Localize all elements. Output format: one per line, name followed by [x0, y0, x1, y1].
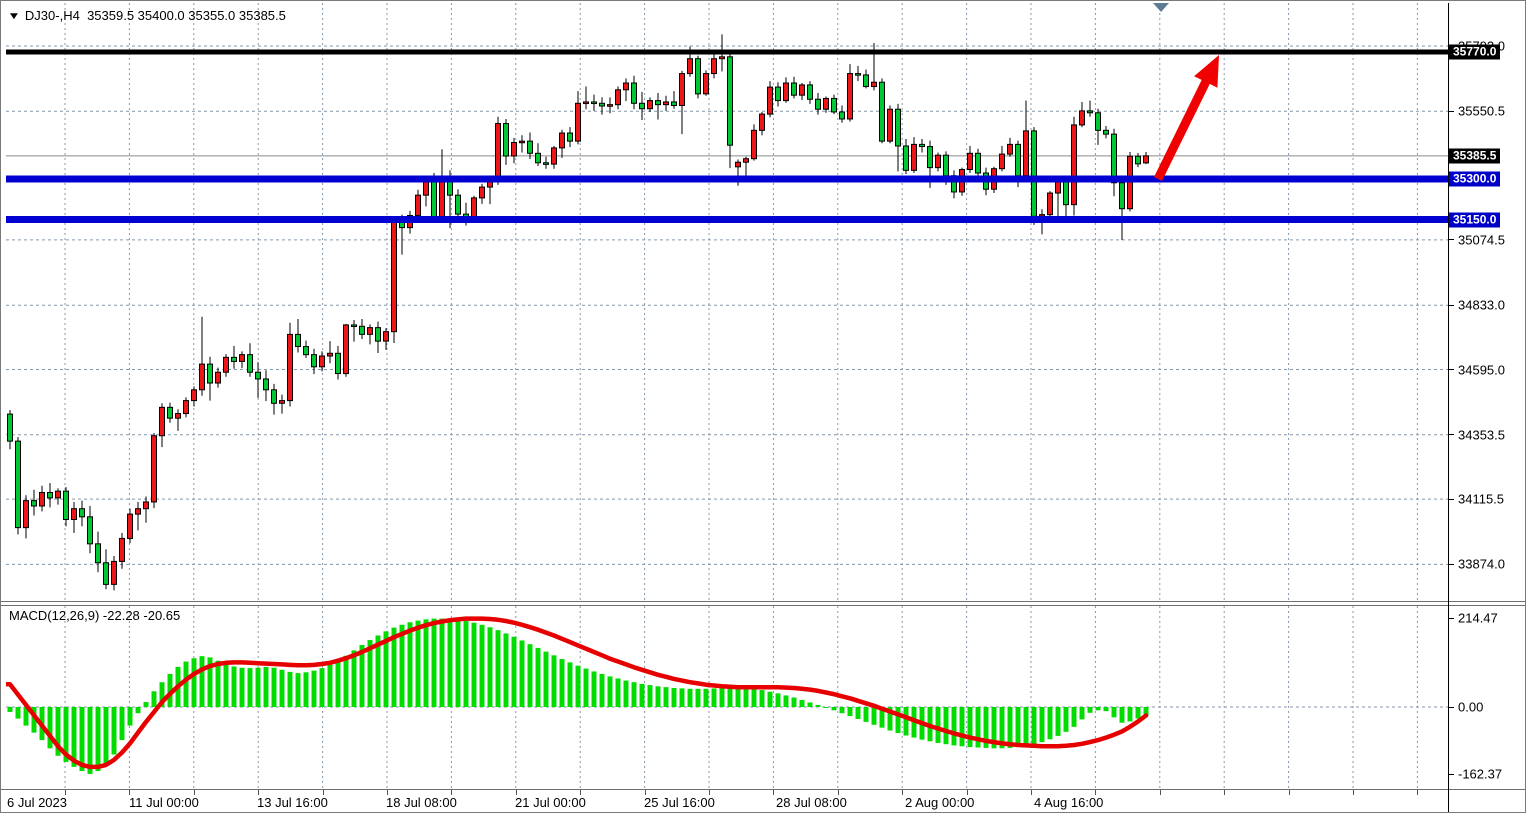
price-chart-area[interactable] — [6, 3, 1448, 601]
time-label: 28 Jul 08:00 — [776, 795, 847, 810]
time-tick-mark — [1031, 790, 1032, 795]
axis-tick-mark — [1448, 369, 1454, 370]
price-tick-label: 34833.0 — [1458, 298, 1505, 313]
price-tick-label: 34595.0 — [1458, 362, 1505, 377]
macd-panel-area[interactable] — [6, 606, 1448, 789]
price-tick-label: 34115.5 — [1458, 492, 1504, 507]
time-tick-mark — [1289, 790, 1290, 795]
macd-tick-label: 214.47 — [1458, 611, 1498, 626]
time-label: 13 Jul 16:00 — [257, 795, 328, 810]
price-level-badge: 35770.0 — [1449, 44, 1500, 59]
price-level-badge: 35300.0 — [1449, 171, 1500, 186]
panel-separator-top[interactable] — [1, 601, 1526, 602]
time-axis-separator — [1, 789, 1526, 790]
price-level-badge: 35385.5 — [1449, 148, 1500, 163]
time-tick-mark — [902, 790, 903, 795]
price-axis-border — [1448, 3, 1449, 812]
macd-tick-label: -162.37 — [1458, 767, 1502, 782]
time-label: 11 Jul 00:00 — [129, 795, 199, 810]
macd-tick-label: 0.00 — [1458, 700, 1483, 715]
time-tick-mark — [1224, 790, 1225, 795]
price-tick-label: 35074.5 — [1458, 232, 1505, 247]
time-label: 21 Jul 00:00 — [515, 795, 586, 810]
axis-tick-mark — [1448, 564, 1454, 565]
axis-tick-mark — [1448, 111, 1454, 112]
axis-tick-mark — [1448, 618, 1454, 619]
time-label: 2 Aug 00:00 — [905, 795, 974, 810]
axis-tick-mark — [1448, 305, 1454, 306]
time-tick-mark — [1160, 790, 1161, 795]
price-tick-label: 35550.5 — [1458, 104, 1505, 119]
axis-tick-mark — [1448, 499, 1454, 500]
axis-tick-mark — [1448, 434, 1454, 435]
time-label: 6 Jul 2023 — [7, 795, 67, 810]
price-tick-label: 34353.5 — [1458, 427, 1505, 442]
axis-tick-mark — [1448, 707, 1454, 708]
axis-tick-mark — [1448, 239, 1454, 240]
time-label: 18 Jul 08:00 — [386, 795, 457, 810]
chart-window: ▼DJ30-,H4 35359.5 35400.0 35355.0 35385.… — [0, 0, 1526, 813]
time-tick-mark — [773, 790, 774, 795]
price-tick-label: 33874.0 — [1458, 557, 1505, 572]
time-tick-mark — [1417, 790, 1418, 795]
time-label: 25 Jul 16:00 — [644, 795, 715, 810]
price-level-badge: 35150.0 — [1449, 212, 1500, 227]
time-tick-mark — [1353, 790, 1354, 795]
axis-tick-mark — [1448, 774, 1454, 775]
time-label: 4 Aug 16:00 — [1034, 795, 1103, 810]
